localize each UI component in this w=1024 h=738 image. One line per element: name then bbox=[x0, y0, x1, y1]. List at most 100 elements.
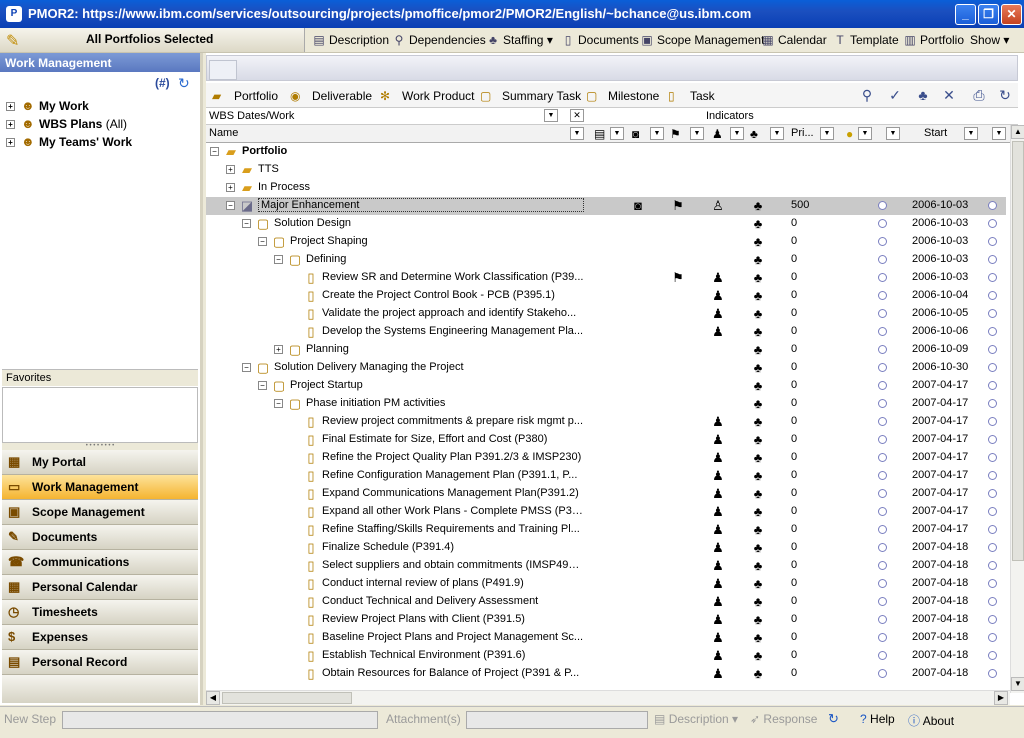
flag-indicator-icon[interactable]: ⚑ bbox=[670, 198, 686, 214]
staff-indicator-icon[interactable]: ♣ bbox=[750, 198, 766, 213]
people-indicator-dropdown[interactable]: ▼ bbox=[730, 127, 744, 140]
row-name[interactable]: Major Enhancement bbox=[258, 198, 584, 212]
staff-indicator-icon[interactable]: ♣ bbox=[750, 360, 766, 375]
staff-indicator-icon[interactable]: ♣ bbox=[750, 378, 766, 393]
about-button[interactable]: ⓘ About bbox=[908, 712, 954, 729]
table-row[interactable]: ▯ Conduct internal review of plans (P491.… bbox=[206, 575, 1006, 593]
table-row[interactable]: ▯ Create the Project Control Book - PCB (… bbox=[206, 287, 1006, 305]
staff-indicator-icon[interactable]: ♣ bbox=[750, 594, 766, 609]
extra-column-dropdown[interactable]: ▼ bbox=[992, 127, 1006, 140]
new-work-product-button[interactable]: ✻ Work Product bbox=[380, 87, 474, 105]
table-row[interactable]: ▯ Refine Staffing/Skills Requirements and… bbox=[206, 521, 1006, 539]
staffing-button[interactable]: ♣ Staffing ▾ bbox=[485, 31, 553, 49]
calendar-button[interactable]: ▦ Calendar bbox=[760, 31, 826, 49]
people-indicator-icon[interactable]: ♟ bbox=[710, 594, 726, 610]
tree-item-my-teams-work[interactable]: + ☻ My Teams' Work bbox=[6, 134, 132, 152]
count-toggle[interactable]: (#) bbox=[155, 76, 170, 90]
tree-item-my-work[interactable]: + ☻ My Work bbox=[6, 98, 89, 116]
staff-indicator-icon[interactable]: ♣ bbox=[750, 252, 766, 267]
collapse-icon[interactable]: − bbox=[258, 237, 267, 246]
table-row[interactable]: − ◪ Major Enhancement ◙ ⚑ ♙ ♣ 500 2006-10-03 bbox=[206, 197, 1006, 215]
table-row[interactable]: − ▢ Project Startup ♣ 0 2007-04-17 bbox=[206, 377, 1006, 395]
flag-indicator-dropdown[interactable]: ▼ bbox=[690, 127, 704, 140]
staff-indicator-icon[interactable]: ♣ bbox=[750, 342, 766, 357]
people-indicator-icon[interactable]: ♟ bbox=[710, 306, 726, 322]
description-status-button[interactable]: ▤ Description ▾ bbox=[654, 712, 738, 726]
priority-column-dropdown[interactable]: ▼ bbox=[820, 127, 834, 140]
row-name[interactable]: Refine the Project Quality Plan P391.2/3… bbox=[322, 451, 584, 463]
table-row[interactable]: ▯ Baseline Project Plans and Project Mana… bbox=[206, 629, 1006, 647]
expand-icon[interactable]: + bbox=[226, 165, 235, 174]
nav-work-management[interactable]: ▭ Work Management bbox=[2, 475, 198, 500]
scroll-left-icon[interactable]: ◀ bbox=[206, 691, 220, 705]
attachments-field[interactable] bbox=[466, 711, 648, 729]
row-name[interactable]: Solution Design bbox=[274, 217, 584, 229]
staff-indicator-icon[interactable]: ♣ bbox=[750, 396, 766, 411]
staff-indicator-icon[interactable]: ♣ bbox=[750, 648, 766, 663]
collapse-icon[interactable]: − bbox=[274, 255, 283, 264]
doc-indicator-dropdown[interactable]: ▼ bbox=[610, 127, 624, 140]
table-row[interactable]: ▯ Obtain Resources for Balance of Project… bbox=[206, 665, 1006, 683]
staff-indicator-icon[interactable]: ♣ bbox=[750, 450, 766, 465]
assign-icon[interactable]: ✓ bbox=[886, 87, 904, 105]
name-column-header[interactable]: Name bbox=[209, 127, 238, 139]
row-name[interactable]: Finalize Schedule (P391.4) bbox=[322, 541, 584, 553]
people-indicator-icon[interactable]: ♟ bbox=[710, 450, 726, 466]
new-task-button[interactable]: ▯ Task bbox=[668, 87, 715, 105]
row-name[interactable]: Final Estimate for Size, Effort and Cost… bbox=[322, 433, 584, 445]
status-column-dropdown[interactable]: ▼ bbox=[858, 127, 872, 140]
table-row[interactable]: − ▢ Defining ♣ 0 2006-10-03 bbox=[206, 251, 1006, 269]
maximize-button[interactable]: ❐ bbox=[978, 4, 999, 25]
people-indicator-icon[interactable]: ♟ bbox=[710, 414, 726, 430]
table-row[interactable]: ▯ Conduct Technical and Delivery Assessme… bbox=[206, 593, 1006, 611]
staff-indicator-icon[interactable]: ♣ bbox=[750, 270, 766, 285]
staff-indicator-icon[interactable]: ♣ bbox=[750, 558, 766, 573]
table-row[interactable]: ▯ Establish Technical Environment (P391.6… bbox=[206, 647, 1006, 665]
nav-personal-calendar[interactable]: ▦ Personal Calendar bbox=[2, 575, 198, 600]
refresh-status-icon[interactable]: ↻ bbox=[828, 711, 839, 727]
row-name[interactable]: Review SR and Determine Work Classificat… bbox=[322, 271, 584, 283]
documents-button[interactable]: ▯ Documents bbox=[560, 31, 639, 49]
start-filter-dropdown[interactable]: ▼ bbox=[886, 127, 900, 140]
table-row[interactable]: − ▢ Solution Delivery Managing the Project… bbox=[206, 359, 1006, 377]
help-button[interactable]: ? Help bbox=[860, 712, 895, 726]
scroll-right-icon[interactable]: ▶ bbox=[994, 691, 1008, 705]
priority-column-header[interactable]: Pri... bbox=[791, 127, 814, 139]
refresh-grid-icon[interactable]: ↻ bbox=[996, 87, 1014, 105]
nav-personal-record[interactable]: ▤ Personal Record bbox=[2, 650, 198, 675]
close-view-icon[interactable]: ✕ bbox=[570, 109, 584, 122]
people-indicator-icon[interactable]: ♟ bbox=[710, 486, 726, 502]
new-milestone-button[interactable]: ▢ Milestone bbox=[586, 87, 659, 105]
expand-icon[interactable]: + bbox=[226, 183, 235, 192]
row-name[interactable]: Conduct internal review of plans (P491.9… bbox=[322, 577, 584, 589]
people-indicator-icon[interactable]: ♟ bbox=[710, 324, 726, 340]
favorites-box[interactable] bbox=[2, 387, 198, 443]
nav-scope-management[interactable]: ▣ Scope Management bbox=[2, 500, 198, 525]
row-name[interactable]: Validate the project approach and identi… bbox=[322, 307, 584, 319]
people-indicator-icon[interactable]: ♟ bbox=[710, 558, 726, 574]
camera-indicator-dropdown[interactable]: ▼ bbox=[650, 127, 664, 140]
row-name[interactable]: In Process bbox=[258, 181, 584, 193]
row-name[interactable]: Expand Communications Management Plan(P3… bbox=[322, 487, 584, 499]
row-name[interactable]: Defining bbox=[306, 253, 584, 265]
table-row[interactable]: ▯ Review Project Plans with Client (P391.… bbox=[206, 611, 1006, 629]
minimize-button[interactable]: _ bbox=[955, 4, 976, 25]
table-row[interactable]: ▯ Refine Configuration Management Plan (P… bbox=[206, 467, 1006, 485]
collapse-icon[interactable]: − bbox=[210, 147, 219, 156]
start-column-header[interactable]: Start bbox=[924, 127, 947, 139]
table-row[interactable]: ▯ Develop the Systems Engineering Managem… bbox=[206, 323, 1006, 341]
people-indicator-icon[interactable]: ♟ bbox=[710, 522, 726, 538]
staff-indicator-icon[interactable]: ♣ bbox=[750, 234, 766, 249]
table-row[interactable]: − ▢ Project Shaping ♣ 0 2006-10-03 bbox=[206, 233, 1006, 251]
horizontal-scrollbar[interactable]: ◀ ▶ bbox=[206, 690, 1010, 705]
row-name[interactable]: Project Startup bbox=[290, 379, 584, 391]
staff-indicator-icon[interactable]: ♣ bbox=[750, 522, 766, 537]
tree-item-wbs-plans[interactable]: + ☻ WBS Plans (All) bbox=[6, 116, 127, 134]
people-indicator-icon[interactable]: ♟ bbox=[710, 468, 726, 484]
portfolio-selector[interactable]: ✎ All Portfolios Selected bbox=[0, 28, 305, 52]
doc-indicator-icon[interactable]: ◙ bbox=[630, 198, 646, 213]
table-row[interactable]: ▯ Review SR and Determine Work Classifica… bbox=[206, 269, 1006, 287]
staff-indicator-icon[interactable]: ♣ bbox=[750, 504, 766, 519]
staff-indicator-icon[interactable]: ♣ bbox=[750, 324, 766, 339]
dependencies-button[interactable]: ⚲ Dependencies bbox=[391, 31, 486, 49]
